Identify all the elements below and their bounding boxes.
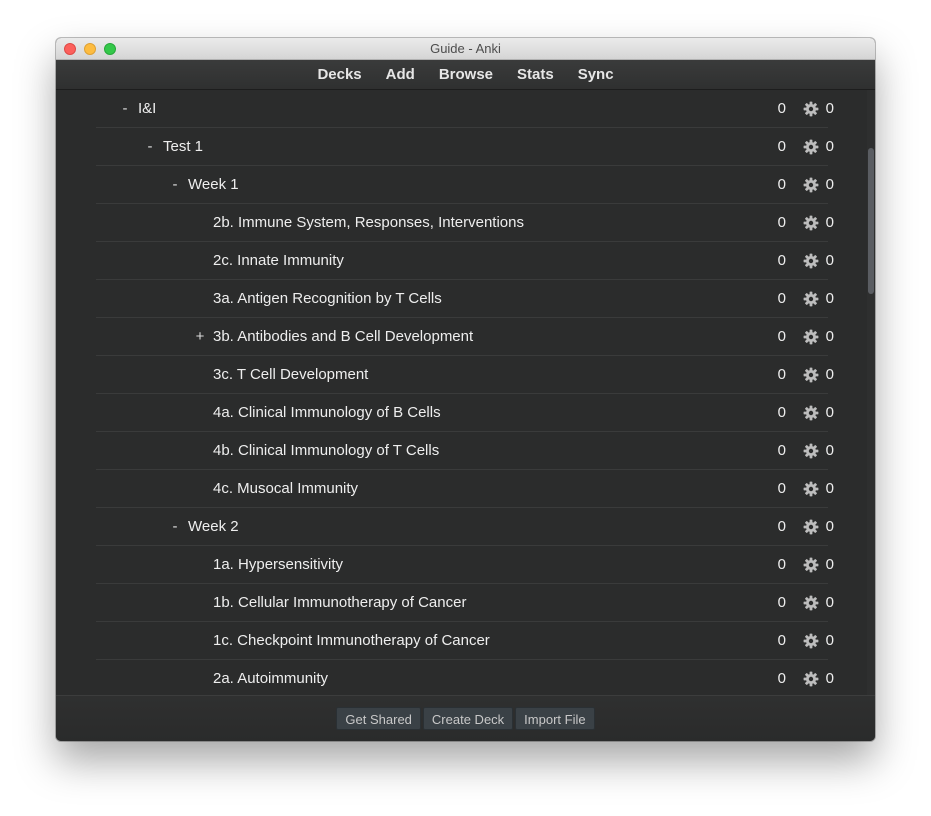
window-title: Guide - Anki [430, 41, 501, 56]
due-count: 0 [777, 404, 786, 421]
deck-name[interactable]: Week 2 [188, 508, 239, 545]
deck-row[interactable]: 2b. Immune System, Responses, Interventi… [96, 204, 834, 242]
collapse-toggle[interactable]: - [168, 508, 182, 545]
deck-name[interactable]: 2b. Immune System, Responses, Interventi… [213, 204, 524, 241]
collapse-toggle[interactable]: - [143, 128, 157, 165]
gear-icon[interactable] [803, 329, 819, 345]
deck-name[interactable]: 3c. T Cell Development [213, 356, 368, 393]
gear-icon[interactable] [803, 443, 819, 459]
due-count: 0 [777, 100, 786, 117]
deck-row[interactable]: 3a. Antigen Recognition by T Cells 0 0 [96, 280, 834, 318]
toolbar-browse[interactable]: Browse [439, 60, 493, 89]
anki-window: Guide - Anki Decks Add Browse Stats Sync - I&… [56, 38, 875, 741]
gear-icon[interactable] [803, 595, 819, 611]
due-count: 0 [777, 480, 786, 497]
deck-row[interactable]: 4b. Clinical Immunology of T Cells 0 0 [96, 432, 834, 470]
gear-icon[interactable] [803, 291, 819, 307]
toolbar-add[interactable]: Add [386, 60, 415, 89]
deck-name[interactable]: I&I [138, 90, 156, 127]
due-count: 0 [777, 214, 786, 231]
due-count: 0 [777, 556, 786, 573]
due-count: 0 [777, 366, 786, 383]
deck-name[interactable]: 1a. Hypersensitivity [213, 546, 343, 583]
gear-icon[interactable] [803, 671, 819, 687]
get-shared-button[interactable]: Get Shared [336, 707, 421, 730]
gear-icon[interactable] [803, 177, 819, 193]
gear-icon[interactable] [803, 405, 819, 421]
gear-icon[interactable] [803, 215, 819, 231]
deck-row[interactable]: 2a. Autoimmunity 0 0 [96, 660, 834, 695]
deck-row[interactable]: - I&I 0 0 [96, 90, 834, 128]
due-count: 0 [777, 442, 786, 459]
deck-name[interactable]: Test 1 [163, 128, 203, 165]
deck-row[interactable]: +3b. Antibodies and B Cell Development 0 0 [96, 318, 834, 356]
deck-name[interactable]: 2a. Autoimmunity [213, 660, 328, 695]
deck-row[interactable]: 4c. Musocal Immunity 0 0 [96, 470, 834, 508]
toolbar-stats[interactable]: Stats [517, 60, 554, 89]
gear-icon[interactable] [803, 101, 819, 117]
deck-row[interactable]: - Week 100 [96, 166, 834, 204]
gear-icon[interactable] [803, 519, 819, 535]
deck-row[interactable]: 2c. Innate Immunity 0 0 [96, 242, 834, 280]
gear-icon[interactable] [803, 253, 819, 269]
expand-toggle[interactable]: + [193, 318, 207, 355]
due-count: 0 [777, 290, 786, 307]
deck-name[interactable]: 1c. Checkpoint Immunotherapy of Cancer [213, 622, 490, 659]
deck-name[interactable]: 4b. Clinical Immunology of T Cells [213, 432, 439, 469]
deck-row[interactable]: 1a. Hypersensitivity 0 0 [96, 546, 834, 584]
deck-name[interactable]: 4a. Clinical Immunology of B Cells [213, 394, 441, 431]
gear-icon[interactable] [803, 367, 819, 383]
deck-name[interactable]: 3a. Antigen Recognition by T Cells [213, 280, 442, 317]
scrollbar[interactable] [867, 90, 875, 695]
collapse-toggle[interactable]: - [118, 90, 132, 127]
due-count: 0 [777, 518, 786, 535]
due-count: 0 [777, 670, 786, 687]
bottom-bar: Get Shared Create Deck Import File [56, 695, 875, 741]
title-bar: Guide - Anki [56, 38, 875, 60]
create-deck-button[interactable]: Create Deck [422, 707, 514, 730]
toolbar-sync[interactable]: Sync [578, 60, 614, 89]
deck-name[interactable]: 1b. Cellular Immunotherapy of Cancer [213, 584, 466, 621]
deck-row[interactable]: 1b. Cellular Immunotherapy of Cancer 0 0 [96, 584, 834, 622]
due-count: 0 [777, 328, 786, 345]
gear-icon[interactable] [803, 633, 819, 649]
deck-name[interactable]: 4c. Musocal Immunity [213, 470, 358, 507]
due-count: 0 [777, 252, 786, 269]
gear-icon[interactable] [803, 481, 819, 497]
deck-row[interactable]: 4a. Clinical Immunology of B Cells 0 0 [96, 394, 834, 432]
gear-icon[interactable] [803, 557, 819, 573]
deck-row[interactable]: - Week 200 [96, 508, 834, 546]
collapse-toggle[interactable]: - [168, 166, 182, 203]
due-count: 0 [777, 594, 786, 611]
gear-icon[interactable] [803, 139, 819, 155]
main-toolbar: Decks Add Browse Stats Sync [56, 60, 875, 90]
deck-row[interactable]: - Test 100 [96, 128, 834, 166]
deck-row[interactable]: 1c. Checkpoint Immunotherapy of Cancer 0 0 [96, 622, 834, 660]
toolbar-decks[interactable]: Decks [317, 60, 361, 89]
due-count: 0 [777, 138, 786, 155]
deck-name[interactable]: Week 1 [188, 166, 239, 203]
deck-list: - I&I 0 0- Test 1 0 0- Week 1 0 0 2b. Immune Syste… [56, 90, 867, 695]
deck-row[interactable]: 3c. T Cell Development 0 0 [96, 356, 834, 394]
import-file-button[interactable]: Import File [515, 707, 595, 730]
scrollbar-thumb[interactable] [868, 148, 874, 294]
deck-name[interactable]: 3b. Antibodies and B Cell Development [213, 318, 473, 355]
due-count: 0 [777, 176, 786, 193]
due-count: 0 [777, 632, 786, 649]
deck-name[interactable]: 2c. Innate Immunity [213, 242, 344, 279]
